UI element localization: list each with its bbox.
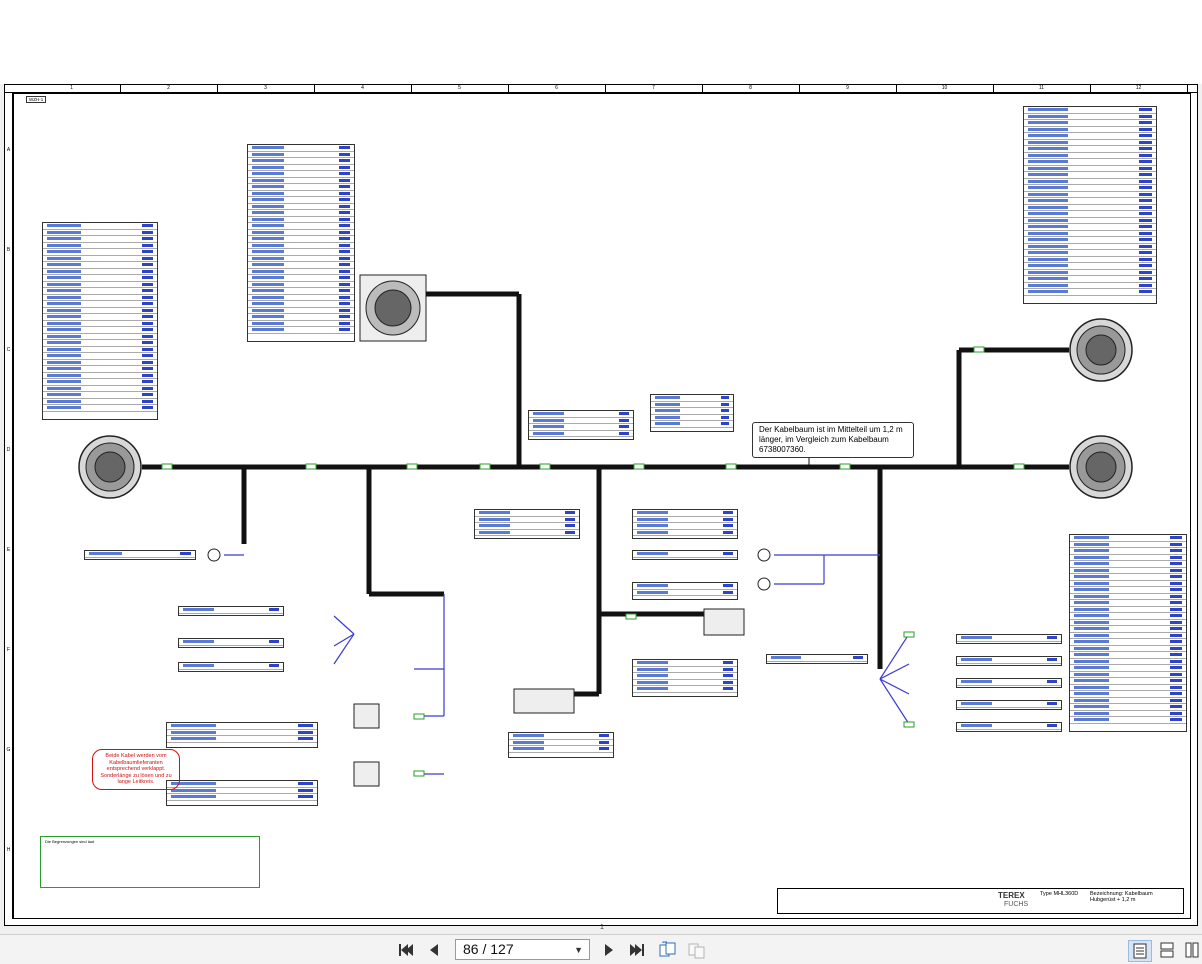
column-number: 5 xyxy=(411,85,509,92)
column-number: 10 xyxy=(896,85,994,92)
first-page-button[interactable] xyxy=(396,940,416,960)
legend-title: Die Begrenzungen sind laut xyxy=(45,839,95,844)
rotate-icon xyxy=(659,941,676,957)
column-number: 3 xyxy=(217,85,315,92)
fit-page-button[interactable] xyxy=(686,940,708,960)
last-page-icon xyxy=(630,944,644,956)
connector-x2-icon xyxy=(359,274,427,342)
navigation-toolbar: 86 / 127 ▼ xyxy=(0,934,1202,964)
type-label: Type xyxy=(1040,891,1052,897)
pin-table-gnd-1 xyxy=(632,550,738,560)
pin-table-x4 xyxy=(1069,534,1187,732)
pin-table-s1 xyxy=(178,606,284,616)
pin-table-r2 xyxy=(956,656,1062,666)
column-number: 9 xyxy=(799,85,897,92)
pin-table-r4 xyxy=(956,700,1062,710)
column-number: 1 xyxy=(23,85,121,92)
type-value: MHL360D xyxy=(1053,891,1079,897)
plug-icons xyxy=(353,608,745,787)
description-value: Hubgerüst + 1,2 m xyxy=(1090,897,1136,903)
pin-table-valve-1 xyxy=(166,722,318,748)
continuous-view-button[interactable] xyxy=(1156,940,1178,960)
brand-name: TEREX xyxy=(998,891,1025,900)
column-number: 8 xyxy=(702,85,800,92)
column-number: 2 xyxy=(120,85,218,92)
connector-x1-icon xyxy=(78,435,142,499)
row-letter: C xyxy=(6,347,11,353)
page-top-margin xyxy=(0,0,1202,84)
pin-table-x3 xyxy=(1023,106,1157,304)
pin-table-junction-2 xyxy=(650,394,734,432)
fit-page-icon xyxy=(688,943,705,959)
next-page-icon xyxy=(605,944,613,956)
column-number: 6 xyxy=(508,85,606,92)
column-ruler: 1 2 3 4 5 6 7 8 9 10 11 12 xyxy=(5,85,1197,93)
pin-table-s3 xyxy=(178,662,284,672)
pin-table-switch xyxy=(632,659,738,697)
document-viewport[interactable]: 1 2 3 4 5 6 7 8 9 10 11 12 A B C D E F G… xyxy=(0,0,1202,934)
pin-table-s2 xyxy=(178,638,284,648)
wiring-diagram: WZH-1 Der Kabelbaum ist im Mittelteil um… xyxy=(13,93,1191,919)
prev-page-button[interactable] xyxy=(425,940,443,960)
column-number: 7 xyxy=(605,85,703,92)
row-letter: D xyxy=(6,447,11,453)
pin-table-valve-2 xyxy=(166,780,318,806)
cable-warning-note: Beide Kabel werden vom Kabelbaumlieferan… xyxy=(92,749,180,790)
pin-table-r3 xyxy=(956,678,1062,688)
pin-table-x2 xyxy=(247,144,355,342)
pin-table-sensor xyxy=(632,582,738,600)
continuous-page-icon xyxy=(1160,942,1174,958)
rotate-view-button[interactable] xyxy=(657,940,679,960)
legend-box: Die Begrenzungen sind laut xyxy=(40,836,260,888)
row-letter: H xyxy=(6,847,11,853)
pin-table-junction-4 xyxy=(632,509,738,539)
title-block: TEREX FUCHS Type MHL360D Bezeichnung: Ka… xyxy=(777,888,1184,914)
pin-table-r1 xyxy=(956,634,1062,644)
description-info: Bezeichnung: Kabelbaum Hubgerüst + 1,2 m xyxy=(1090,891,1153,903)
column-number: 4 xyxy=(314,85,412,92)
pin-table-plug xyxy=(508,732,614,758)
column-number: 12 xyxy=(1090,85,1188,92)
prev-page-icon xyxy=(430,944,438,956)
single-page-icon xyxy=(1133,943,1147,959)
facing-page-icon xyxy=(1185,942,1199,958)
chevron-down-icon: ▼ xyxy=(574,945,583,955)
length-note: Der Kabelbaum ist im Mittelteil um 1,2 m… xyxy=(752,422,914,458)
pin-table-r5 xyxy=(956,722,1062,732)
page-number-value: 86 / 127 xyxy=(463,941,514,957)
pin-table-gnd-2 xyxy=(84,550,196,560)
row-letter: G xyxy=(6,747,11,753)
pin-table-junction-1 xyxy=(528,410,634,440)
connector-x3-icon xyxy=(1069,318,1133,382)
type-info: Type MHL360D xyxy=(1040,891,1078,897)
row-letter: E xyxy=(6,547,11,553)
connector-x4-icon xyxy=(1069,435,1133,499)
pin-table-junction-3 xyxy=(474,509,580,539)
row-letter: B xyxy=(6,247,11,253)
drawing-sheet: 1 2 3 4 5 6 7 8 9 10 11 12 A B C D E F G… xyxy=(4,84,1198,926)
single-page-view-button[interactable] xyxy=(1128,940,1152,962)
pin-table-gnd-3 xyxy=(766,654,868,664)
brand-sub: FUCHS xyxy=(1004,901,1029,908)
row-letter: F xyxy=(6,647,11,653)
row-letter: A xyxy=(6,147,11,153)
pin-table-x1 xyxy=(42,222,158,420)
page-number-footer: 1 xyxy=(600,924,604,931)
facing-view-button[interactable] xyxy=(1184,940,1200,960)
main-harness-line xyxy=(142,291,1069,697)
last-page-button[interactable] xyxy=(627,940,647,960)
next-page-button[interactable] xyxy=(600,940,618,960)
row-ruler: A B C D E F G H xyxy=(5,92,13,919)
first-page-icon xyxy=(399,944,413,956)
column-number: 11 xyxy=(993,85,1091,92)
page-number-select[interactable]: 86 / 127 ▼ xyxy=(455,939,590,960)
